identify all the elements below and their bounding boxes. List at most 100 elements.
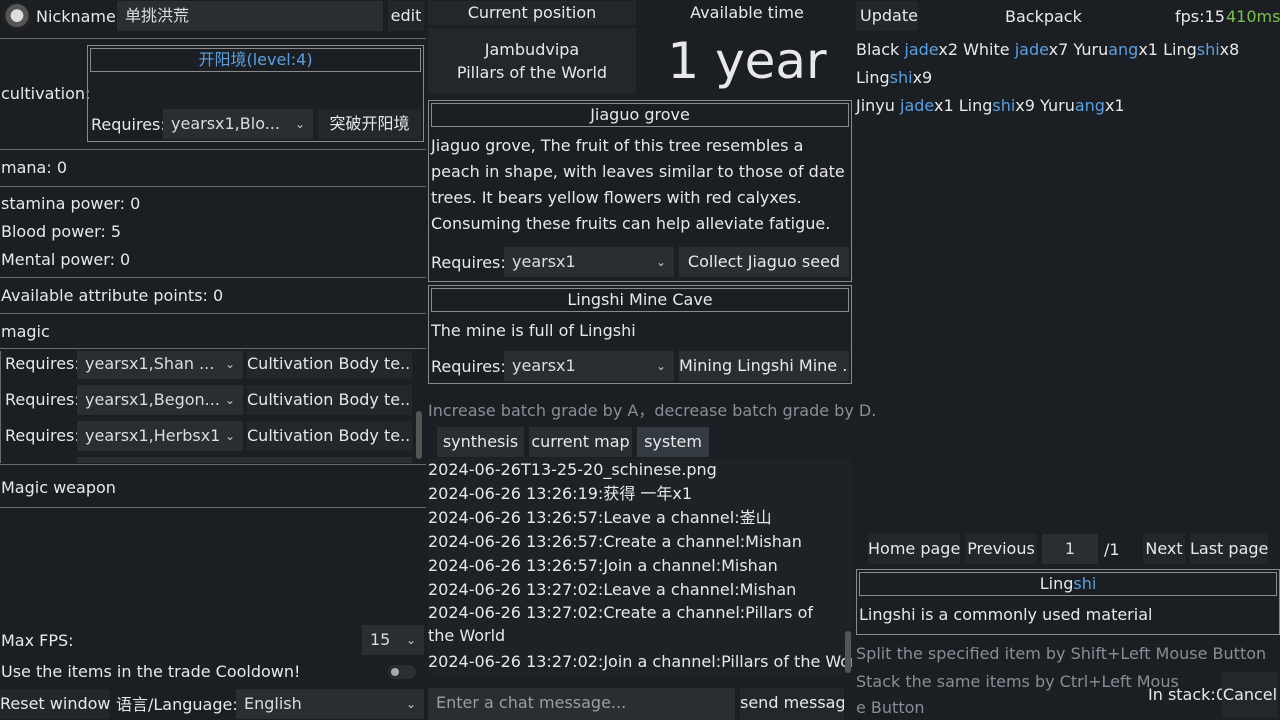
toggle-knob: [391, 668, 399, 676]
realm-requires-value: yearsx1,Blo...: [171, 114, 280, 133]
backpack-items: Black jadex2 White jadex7 Yuruangx1 Ling…: [856, 36, 1280, 120]
chevron-down-icon: ⌄: [224, 357, 235, 371]
log-entry: 2024-06-26 13:26:57:Leave a channel:崟山: [428, 508, 772, 527]
language-select[interactable]: English ⌄: [236, 689, 424, 719]
log-entry: 2024-06-26 13:27:02:Create a channel:Pil…: [428, 603, 814, 645]
item-detail-description: Lingshi is a commonly used material: [859, 605, 1153, 624]
backpack-item[interactable]: Yuruangx1: [1040, 96, 1125, 115]
position-region: Jambudvipa: [484, 40, 580, 59]
magic-requires-value: yearsx1,Shan ...: [85, 354, 215, 373]
magic-requires-select[interactable]: yearsx1,Shan ... ⌄: [77, 351, 243, 379]
divider: [0, 277, 426, 278]
max-fps-value: 15: [370, 630, 391, 649]
location-title: Jiaguo grove: [431, 103, 849, 127]
next-page-button[interactable]: Next: [1143, 534, 1185, 564]
home-page-button[interactable]: Home page: [868, 534, 960, 564]
cultivation-label: cultivation:: [1, 84, 91, 103]
realm-requires-label: Requires:: [91, 115, 166, 134]
location-description: Jiaguo grove, The fruit of this tree res…: [431, 136, 845, 233]
backpack-item[interactable]: Yuruangx1: [1073, 40, 1158, 59]
available-time-value: 1 year: [667, 32, 827, 90]
tab-synthesis[interactable]: synthesis: [437, 427, 524, 457]
location-requires-label: Requires:: [431, 253, 506, 272]
location-requires-value: yearsx1: [512, 252, 576, 271]
nickname-field[interactable]: 单挑洪荒: [117, 1, 383, 31]
realm-requires-select[interactable]: yearsx1,Blo... ⌄: [163, 109, 313, 139]
magic-list[interactable]: Requires: yearsx1,Shan ... ⌄ Cultivation …: [0, 351, 412, 463]
log-entry: 2024-06-26T13-25-20_schinese.png: [428, 460, 717, 479]
stamina-stat: stamina power: 0: [1, 194, 141, 213]
divider: [0, 149, 426, 150]
chevron-down-icon: ⌄: [405, 633, 416, 647]
backpack-item[interactable]: Black jadex2: [856, 40, 958, 59]
location-title: Lingshi Mine Cave: [431, 288, 849, 312]
divider: [0, 348, 426, 349]
in-stack-count: In stack:0: [1148, 685, 1226, 704]
mental-stat: Mental power: 0: [1, 250, 131, 269]
stack-hint: Stack the same items by Ctrl+Left Mous: [856, 672, 1179, 691]
send-message-button[interactable]: send messag: [740, 688, 844, 720]
divider: [0, 464, 426, 465]
divider: [0, 507, 426, 508]
magic-requires-label: Requires:: [5, 354, 80, 373]
backpack-item[interactable]: Lingshix9: [959, 96, 1035, 115]
cultivate-button[interactable]: Cultivation Body te...: [247, 351, 412, 379]
fps-readout: fps:15: [1175, 7, 1225, 26]
magic-scrollbar[interactable]: [416, 411, 422, 459]
location-requires-label: Requires:: [431, 357, 506, 376]
batch-grade-hint: Increase batch grade by A，decrease batch…: [428, 401, 877, 420]
system-log[interactable]: 2024-06-26T13-25-20_schinese.png 2024-06…: [428, 458, 852, 676]
chevron-down-icon: ⌄: [294, 117, 305, 131]
realm-title: 开阳境(level:4): [90, 48, 421, 72]
cancel-button[interactable]: Cancel: [1222, 672, 1278, 718]
log-entry: 2024-06-26 13:26:57:Join a channel:Misha…: [428, 556, 778, 575]
backpack-title: Backpack: [1005, 7, 1082, 26]
position-place: Pillars of the World: [456, 63, 608, 82]
cooldown-toggle[interactable]: [388, 665, 416, 679]
collect-jiaguo-button[interactable]: Collect Jiaguo seed: [679, 247, 849, 277]
backpack-item[interactable]: Lingshix9: [856, 68, 932, 87]
breakthrough-button[interactable]: 突破开阳境: [318, 109, 421, 139]
magic-requires-value: yearsx1,Herbsx1: [85, 426, 221, 445]
nickname-label: Nickname:: [36, 7, 122, 26]
last-page-button[interactable]: Last page: [1190, 534, 1268, 564]
magic-list-partial-row: [77, 457, 412, 463]
location-description: The mine is full of Lingshi: [431, 321, 636, 340]
backpack-item[interactable]: Lingshix8: [1163, 40, 1239, 59]
language-label: 语言/Language:: [116, 695, 238, 714]
location-requires-select[interactable]: yearsx1 ⌄: [504, 247, 674, 277]
log-entry: 2024-06-26 13:27:02:Leave a channel:Mish…: [428, 580, 797, 599]
tab-system[interactable]: system: [637, 427, 709, 457]
location-requires-select[interactable]: yearsx1 ⌄: [504, 351, 674, 381]
magic-weapon-header: Magic weapon: [1, 478, 116, 497]
cultivate-button[interactable]: Cultivation Body te...: [247, 385, 412, 415]
mana-stat: mana: 0: [1, 158, 67, 177]
page-number-input[interactable]: 1: [1042, 534, 1098, 564]
log-scrollbar[interactable]: [845, 631, 851, 673]
mining-lingshi-button[interactable]: Mining Lingshi Mine ...: [679, 351, 849, 381]
max-fps-select[interactable]: 15 ⌄: [362, 625, 424, 655]
location-requires-value: yearsx1: [512, 356, 576, 375]
item-detail-title: Lingshi: [859, 572, 1277, 596]
chevron-down-icon: ⌄: [655, 359, 666, 373]
split-hint: Split the specified item by Shift+Left M…: [856, 644, 1267, 663]
previous-page-button[interactable]: Previous: [965, 534, 1037, 564]
available-time-label: Available time: [690, 3, 804, 22]
max-fps-label: Max FPS:: [1, 631, 74, 650]
realm-title-name: 开阳境: [198, 50, 247, 69]
avatar[interactable]: [3, 3, 31, 31]
update-button[interactable]: Update: [856, 1, 918, 31]
edit-nickname-button[interactable]: edit: [388, 1, 424, 31]
magic-requires-select[interactable]: yearsx1,Herbsx1 ⌄: [77, 421, 243, 451]
chat-input[interactable]: Enter a chat message...: [428, 688, 735, 720]
cultivate-button[interactable]: Cultivation Body te...: [247, 421, 412, 451]
magic-requires-select[interactable]: yearsx1,Begon... ⌄: [77, 385, 243, 415]
backpack-item[interactable]: White jadex7: [963, 40, 1068, 59]
backpack-item[interactable]: Jinyu jadex1: [856, 96, 954, 115]
attribute-points: Available attribute points: 0: [1, 286, 224, 305]
cooldown-label: Use the items in the trade Cooldown!: [1, 662, 301, 681]
reset-window-button[interactable]: Reset window: [0, 689, 110, 719]
tab-current-map[interactable]: current map: [529, 427, 632, 457]
chevron-down-icon: ⌄: [405, 697, 416, 711]
latency-readout: 410ms: [1226, 7, 1280, 26]
